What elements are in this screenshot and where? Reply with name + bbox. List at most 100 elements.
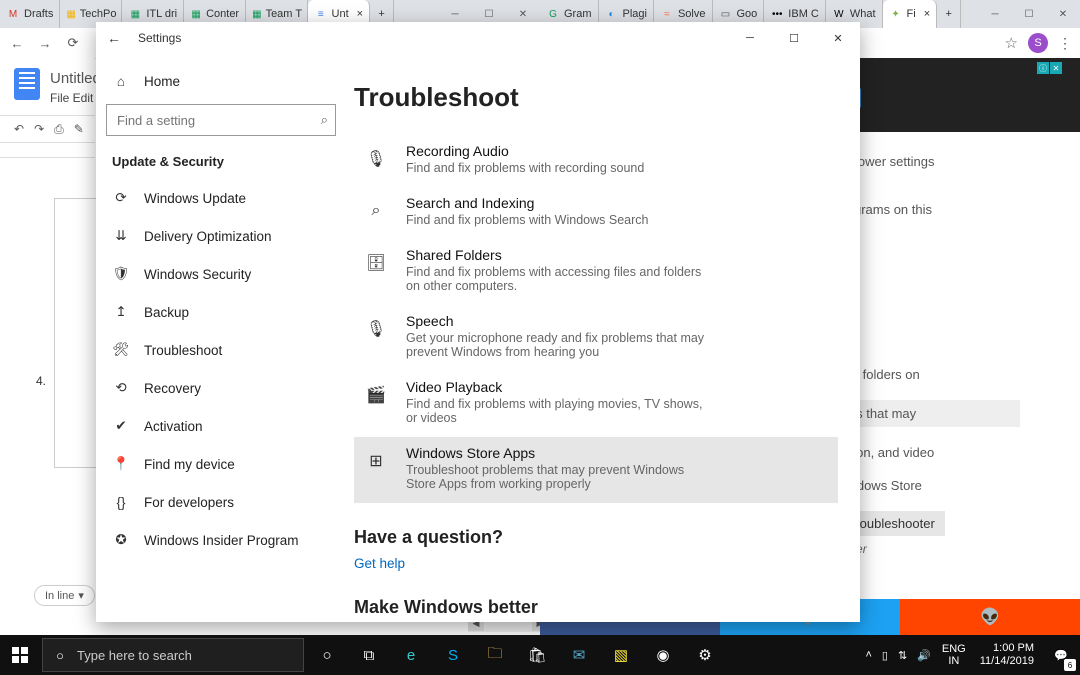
troubleshooter-shared-folders[interactable]: 🗄Shared FoldersFind and fix problems wit… (354, 239, 838, 305)
backup-icon: ↥ (112, 303, 130, 321)
format-paint-icon[interactable]: ✎ (74, 122, 84, 136)
nav-home-label: Home (144, 74, 180, 89)
troubleshooter-windows-store-apps[interactable]: ⊞Windows Store AppsTroubleshoot problems… (354, 437, 838, 503)
start-button[interactable] (0, 635, 40, 675)
settings-search[interactable]: ⌕ (106, 104, 336, 136)
task-view-icon[interactable]: ⧉ (348, 635, 390, 675)
nav-item-label: For developers (144, 495, 234, 510)
troubleshooter-title: Video Playback (406, 379, 706, 395)
page-title: Troubleshoot (354, 82, 838, 113)
edge-icon[interactable]: e (390, 635, 432, 675)
nav-section-header: Update & Security (106, 148, 336, 179)
troubleshooter-search-and-indexing[interactable]: ⌕Search and IndexingFind and fix problem… (354, 187, 838, 239)
profile-avatar[interactable]: S (1028, 33, 1048, 53)
nav-item-find-my-device[interactable]: 📍Find my device (106, 445, 336, 483)
favicon: ▭ (719, 7, 733, 21)
tab-label: Solve (678, 8, 706, 20)
close-button[interactable]: ✕ (1046, 0, 1080, 28)
browser-tab[interactable]: MDrafts (0, 0, 60, 28)
nav-item-windows-update[interactable]: ⟳Windows Update (106, 179, 336, 217)
back-button[interactable]: ← (104, 30, 124, 46)
chrome-icon[interactable]: ◉ (642, 635, 684, 675)
search-icon: ⌕ (321, 112, 328, 128)
tab-close-icon[interactable]: × (357, 8, 363, 20)
docs-logo[interactable] (14, 68, 40, 100)
tab-label: TechPo (80, 8, 117, 20)
nav-item-recovery[interactable]: ⟲Recovery (106, 369, 336, 407)
troubleshooter-recording-audio[interactable]: 🎙Recording AudioFind and fix problems wi… (354, 135, 838, 187)
back-button[interactable]: ← (8, 34, 26, 52)
tab-label: Drafts (24, 8, 53, 20)
nav-home[interactable]: ⌂ Home (106, 62, 336, 100)
clock[interactable]: 1:00 PM11/14/2019 (972, 635, 1042, 675)
troubleshooter-title: Recording Audio (406, 143, 644, 159)
troubleshooter-desc: Find and fix problems with recording sou… (406, 161, 644, 175)
make-windows-better-heading: Make Windows better (354, 597, 838, 618)
skype-icon[interactable]: S (432, 635, 474, 675)
tab-label: Goo (737, 8, 758, 20)
troubleshooter-speech[interactable]: 🎙SpeechGet your microphone ready and fix… (354, 305, 838, 371)
ad-close-controls[interactable]: ⓘ✕ (1037, 62, 1062, 74)
nav-item-activation[interactable]: ✔Activation (106, 407, 336, 445)
docs-menu[interactable]: File Edit (50, 91, 95, 105)
nav-item-troubleshoot[interactable]: 🛠Troubleshoot (106, 331, 336, 369)
settings-search-input[interactable] (106, 104, 336, 136)
folder-icon: 🗄 (362, 249, 390, 277)
tab-label: Gram (564, 8, 592, 20)
troubleshooter-title: Shared Folders (406, 247, 706, 263)
tab-label: Conter (206, 8, 239, 20)
favicon: W (832, 7, 846, 21)
nav-item-delivery-optimization[interactable]: ⇊Delivery Optimization (106, 217, 336, 255)
reload-button[interactable]: ⟳ (64, 34, 82, 52)
favicon: ▦ (128, 7, 142, 21)
maximize-button[interactable]: ☐ (1012, 0, 1046, 28)
redo-icon[interactable]: ↷ (34, 122, 44, 136)
volume-icon[interactable]: 🔊 (912, 635, 936, 675)
store-icon: ⊞ (362, 447, 390, 475)
activation-icon: ✔ (112, 417, 130, 435)
undo-icon[interactable]: ↶ (14, 122, 24, 136)
find-icon: 📍 (112, 455, 130, 473)
minimize-button[interactable]: ─ (978, 0, 1012, 28)
browser-tab[interactable]: ✦Fi× (883, 0, 938, 28)
close-button[interactable]: ✕ (816, 22, 860, 54)
window-title: Settings (138, 31, 181, 45)
troubleshooter-video-playback[interactable]: 🎬Video PlaybackFind and fix problems wit… (354, 371, 838, 437)
cortana-icon[interactable]: ○ (306, 635, 348, 675)
image-inline-pill[interactable]: In line ▾ (34, 585, 95, 606)
forward-button[interactable]: → (36, 34, 54, 52)
nav-item-backup[interactable]: ↥Backup (106, 293, 336, 331)
language-indicator[interactable]: ENG IN (936, 635, 972, 675)
windows-settings-window: ← Settings ─ ☐ ✕ ⌂ Home ⌕ Update & Secur… (96, 22, 860, 622)
battery-icon[interactable]: ▯ (877, 635, 893, 675)
maximize-button[interactable]: ☐ (772, 22, 816, 54)
minimize-button[interactable]: ─ (728, 22, 772, 54)
dev-icon: {} (112, 493, 130, 511)
new-tab-button[interactable]: + (937, 0, 961, 28)
store-icon[interactable]: 🛍 (516, 635, 558, 675)
insider-icon: ✪ (112, 531, 130, 549)
windows-taskbar: ○ Type here to search ○ ⧉ e S 🗀 🛍 ✉ ▧ ◉ … (0, 635, 1080, 675)
nav-item-label: Delivery Optimization (144, 229, 272, 244)
docs-toolbar[interactable]: ↶ ↷ ⎙ ✎ (0, 115, 95, 143)
get-help-link[interactable]: Get help (354, 556, 405, 571)
docs-title[interactable]: Untitled (50, 70, 95, 87)
troubleshooter-desc: Troubleshoot problems that may prevent W… (406, 463, 706, 491)
mail-icon[interactable]: ✉ (558, 635, 600, 675)
print-icon[interactable]: ⎙ (54, 122, 64, 137)
bookmark-star-icon[interactable]: ☆ (1005, 34, 1018, 52)
nav-item-for-developers[interactable]: {} For developers (106, 483, 336, 521)
nav-item-windows-security[interactable]: 🛡Windows Security (106, 255, 336, 293)
action-center-icon[interactable]: 💬 6 (1042, 635, 1080, 675)
wifi-icon[interactable]: ⇅ (893, 635, 912, 675)
settings-gear-icon[interactable]: ⚙ (684, 635, 726, 675)
file-explorer-icon[interactable]: 🗀 (474, 635, 516, 675)
tab-close-icon[interactable]: × (924, 8, 930, 20)
nav-item-windows-insider-program[interactable]: ✪Windows Insider Program (106, 521, 336, 559)
share-reddit[interactable]: 👽 (900, 599, 1080, 635)
sticky-notes-icon[interactable]: ▧ (600, 635, 642, 675)
favicon: ▦ (66, 7, 75, 21)
taskbar-search[interactable]: ○ Type here to search (42, 638, 304, 672)
tray-chevron-up-icon[interactable]: ˄ (860, 635, 876, 675)
kebab-menu-icon[interactable]: ⋮ (1058, 35, 1072, 52)
